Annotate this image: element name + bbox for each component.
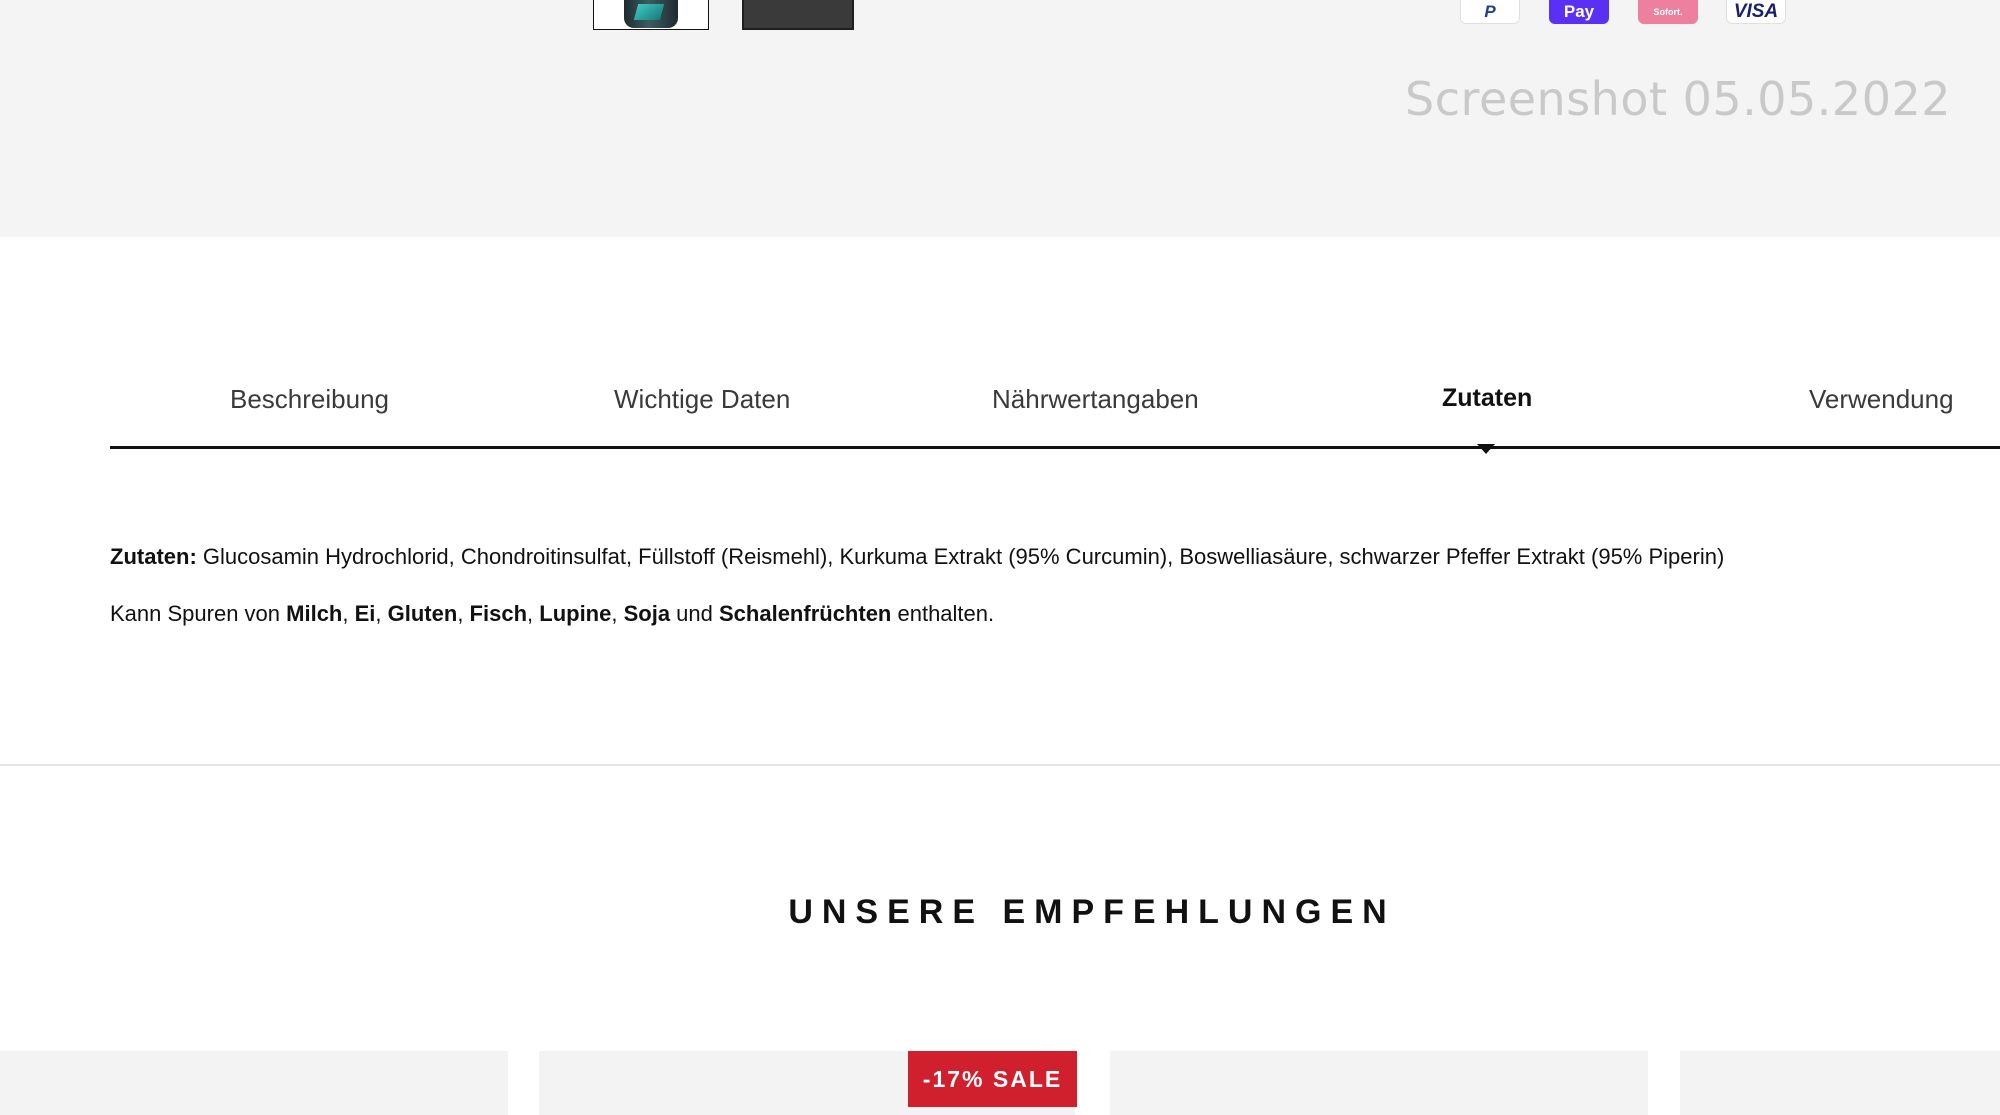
allergen-item: Soja <box>623 601 671 626</box>
thumbnail-product-bottle[interactable] <box>593 0 709 30</box>
visa-icon: VISA <box>1726 0 1786 24</box>
allergen-sep: , <box>527 601 540 626</box>
ingredients-text: Glucosamin Hydrochlorid, Chondroitinsulf… <box>196 544 1725 569</box>
product-card[interactable] <box>0 1051 508 1115</box>
allergen-sep: , <box>611 601 624 626</box>
product-card[interactable] <box>1110 1051 1648 1115</box>
allergen-item: Fisch <box>469 601 528 626</box>
shop-pay-icon: Pay <box>1549 0 1609 24</box>
tab-zutaten[interactable]: Zutaten <box>1442 384 1532 413</box>
active-tab-indicator <box>1477 444 1495 454</box>
tab-verwendung[interactable]: Verwendung <box>1809 384 1954 415</box>
allergen-item: Milch <box>286 601 343 626</box>
allergen-sep: , <box>375 601 388 626</box>
tab-naehrwertangaben[interactable]: Nährwertangaben <box>992 384 1199 415</box>
allergens-suffix: enthalten. <box>891 601 995 626</box>
allergen-sep: , <box>457 601 470 626</box>
product-card[interactable] <box>1680 1051 2000 1115</box>
allergen-item: Ei <box>354 601 376 626</box>
screenshot-watermark: Screenshot 05.05.2022 <box>1405 72 1951 126</box>
allergens-prefix: Kann Spuren von <box>110 601 287 626</box>
sale-badge: -17% SALE <box>908 1051 1077 1107</box>
bottle-image <box>624 0 678 28</box>
section-divider <box>0 764 2000 766</box>
allergen-item: Lupine <box>539 601 612 626</box>
allergen-item: Schalenfrüchten <box>719 601 892 626</box>
allergens-line: Kann Spuren von Milch, Ei, Gluten, Fisch… <box>110 601 994 627</box>
allergen-item: Gluten <box>387 601 458 626</box>
recommendations-title: UNSERE EMPFEHLUNGEN <box>788 893 1396 931</box>
ingredients-line: Zutaten: Glucosamin Hydrochlorid, Chondr… <box>110 544 1724 570</box>
sofort-icon: Sofort. <box>1638 0 1698 24</box>
product-tabs: Beschreibung Wichtige Daten Nährwertanga… <box>110 384 2000 449</box>
allergen-sep: , <box>342 601 355 626</box>
paypal-icon: P <box>1460 0 1520 24</box>
thumbnail-product-label[interactable] <box>742 0 854 30</box>
tab-wichtige-daten[interactable]: Wichtige Daten <box>614 384 790 415</box>
ingredients-label: Zutaten: <box>110 544 197 569</box>
tab-beschreibung[interactable]: Beschreibung <box>230 384 389 415</box>
allergen-and: und <box>670 601 719 626</box>
